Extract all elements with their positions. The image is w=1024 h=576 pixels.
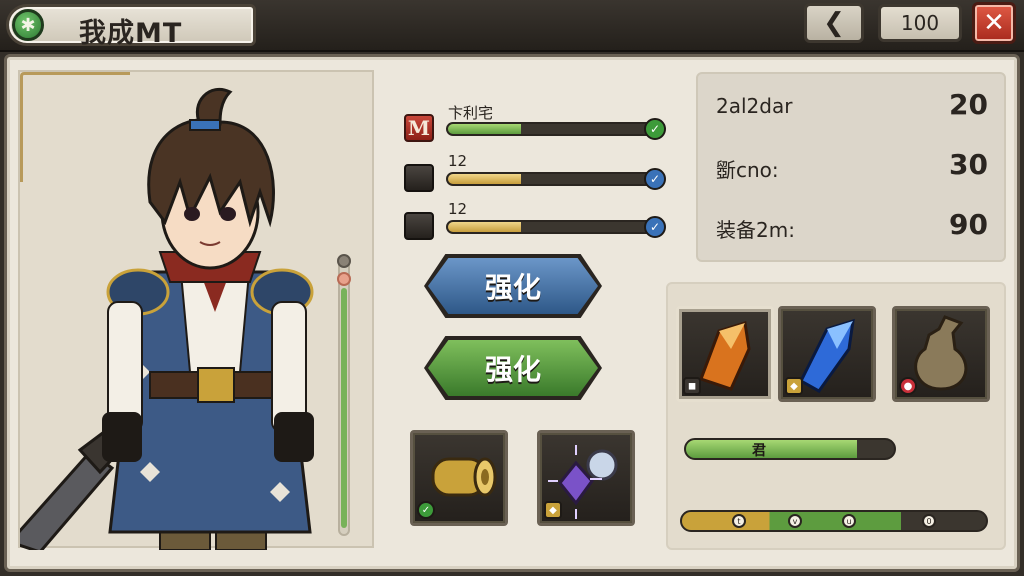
- item-slot-blue-crystal[interactable]: ◆: [778, 306, 876, 402]
- stat-label: 12: [448, 200, 468, 218]
- segment-node[interactable]: u: [842, 514, 856, 528]
- gear-icon: [404, 212, 434, 240]
- clover-logo-icon[interactable]: ✱: [12, 9, 44, 41]
- segment-node[interactable]: v: [788, 514, 802, 528]
- m-badge-icon: M: [404, 114, 434, 142]
- badge-icon: ◆: [785, 377, 803, 395]
- window-title: 我成MT: [79, 18, 183, 49]
- badge-icon: ◆: [544, 501, 562, 519]
- enhance-blue-button[interactable]: 强化: [428, 258, 598, 314]
- title-tab: ✱ 我成MT: [6, 4, 256, 49]
- stat-row-3: 12 ✓: [404, 200, 666, 244]
- close-icon: ✕: [983, 8, 1005, 38]
- check-icon[interactable]: ✓: [644, 118, 666, 140]
- segment-node[interactable]: 0: [922, 514, 936, 528]
- stat-label: 12: [448, 152, 468, 170]
- badge-icon: ◼: [683, 377, 701, 395]
- info-key: 2al2dar: [716, 94, 793, 118]
- chevron-left-icon: ❮: [823, 8, 845, 38]
- check-icon[interactable]: ✓: [644, 168, 666, 190]
- item-slot-orb[interactable]: ◆: [537, 430, 635, 526]
- corner-ornament: [20, 72, 130, 182]
- slider-knob[interactable]: [337, 254, 351, 268]
- badge-icon: ✓: [417, 501, 435, 519]
- slider-marker: [337, 272, 351, 286]
- progress-bar: [684, 438, 896, 460]
- segment-bar: t v u 0: [680, 510, 988, 532]
- top-bar: ✱ 我成MT ❮ 100 ✕: [0, 0, 1024, 52]
- stat-bar: [446, 122, 658, 136]
- info-value: 90: [949, 208, 988, 241]
- stat-row-1: M 卞利宅 ✓: [404, 104, 666, 146]
- info-value: 20: [949, 88, 988, 121]
- info-key: 装备2m:: [716, 218, 795, 242]
- item-slot-amber[interactable]: ◼: [676, 306, 774, 402]
- game-screen: ✱ 我成MT ❮ 100 ✕ M 卞利宅 ✓ 12 ✓ 12 ✓ 强化 强化 ✓…: [0, 0, 1024, 576]
- info-row: 2al2dar 20: [716, 88, 988, 128]
- gear-icon: [404, 164, 434, 192]
- item-slot-vase[interactable]: ●: [892, 306, 990, 402]
- segment-node[interactable]: t: [732, 514, 746, 528]
- enhance-green-button[interactable]: 强化: [428, 340, 598, 396]
- info-row: 装备2m: 90: [716, 208, 988, 248]
- slider-fill: [341, 288, 347, 528]
- stat-bar: [446, 220, 658, 234]
- close-button[interactable]: ✕: [972, 2, 1016, 44]
- info-row: 斵cno: 30: [716, 148, 988, 188]
- stat-row-2: 12 ✓: [404, 152, 666, 196]
- item-slot-scroll[interactable]: ✓: [410, 430, 508, 526]
- vertical-slider[interactable]: [337, 254, 351, 536]
- progress-label: 君: [752, 443, 766, 459]
- stat-bar: [446, 172, 658, 186]
- stat-label: 卞利宅: [448, 104, 494, 122]
- badge-icon: ●: [899, 377, 917, 395]
- info-value: 30: [949, 148, 988, 181]
- back-button[interactable]: ❮: [804, 3, 864, 43]
- check-icon[interactable]: ✓: [644, 216, 666, 238]
- currency-counter: 100: [878, 4, 962, 42]
- stats-card: 2al2dar 20 斵cno: 30 装备2m: 90: [696, 72, 1006, 262]
- info-key: 斵cno:: [716, 158, 779, 182]
